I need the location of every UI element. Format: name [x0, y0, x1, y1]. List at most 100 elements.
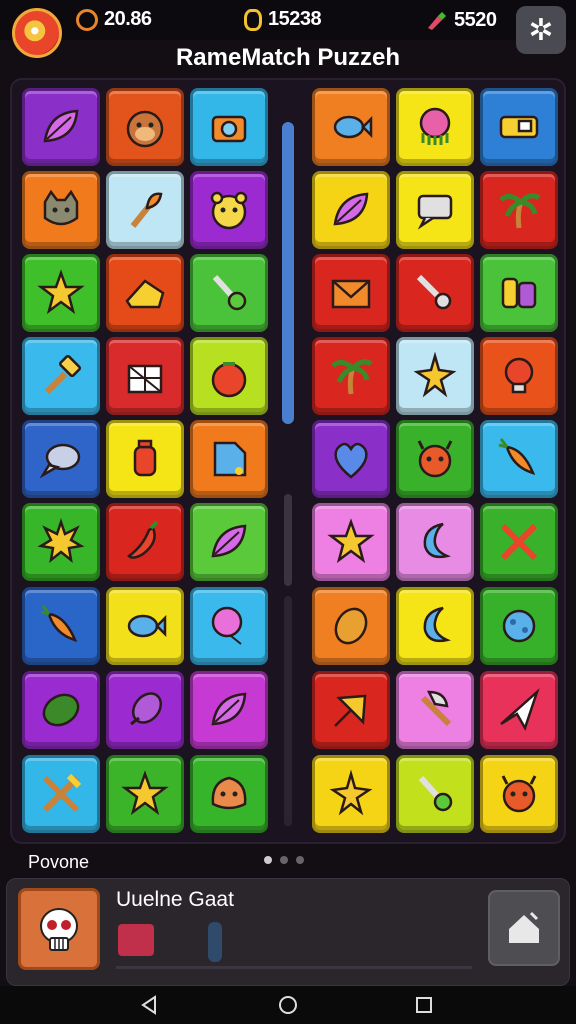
- virus-icon: [502, 609, 536, 643]
- tile-right-r5-c0[interactable]: [312, 503, 390, 581]
- burst-icon: [37, 518, 85, 564]
- tile-left-r6-c0[interactable]: [22, 587, 100, 665]
- tile-left-r6-c2[interactable]: [190, 587, 268, 665]
- monster-face-icon: [501, 775, 537, 813]
- chest-icon[interactable]: [118, 924, 154, 956]
- bulb-icon: [504, 357, 534, 394]
- carrot-icon: [40, 605, 78, 642]
- tile-left-r4-c0[interactable]: [22, 420, 100, 498]
- tile-left-r3-c0[interactable]: [22, 337, 100, 415]
- home-nav-button[interactable]: [268, 990, 308, 1020]
- tile-right-r4-c1[interactable]: [396, 420, 474, 498]
- tile-left-r6-c1[interactable]: [106, 587, 184, 665]
- tile-left-r8-c0[interactable]: [22, 755, 100, 833]
- tile-right-r8-c2[interactable]: [480, 755, 558, 833]
- monkey-face-icon: [126, 110, 164, 148]
- hammer-icon: [44, 354, 82, 395]
- tile-left-r2-c2[interactable]: [190, 254, 268, 332]
- tile-right-r0-c1[interactable]: [396, 88, 474, 166]
- timer-stat: 20.86: [76, 8, 152, 31]
- coins-value: 15238: [268, 8, 322, 30]
- home-button[interactable]: [488, 890, 560, 966]
- board-scrollbar-track: [284, 494, 292, 586]
- back-button[interactable]: [130, 990, 170, 1020]
- blob-face-icon: [211, 776, 247, 810]
- tile-left-r2-c1[interactable]: [106, 254, 184, 332]
- tile-left-r2-c0[interactable]: [22, 254, 100, 332]
- bear-face-icon: [210, 191, 248, 230]
- timer-value: 20.86: [104, 8, 152, 30]
- tile-right-r5-c1[interactable]: [396, 503, 474, 581]
- tile-right-r6-c1[interactable]: [396, 587, 474, 665]
- tile-right-r3-c0[interactable]: [312, 337, 390, 415]
- tile-right-r3-c2[interactable]: [480, 337, 558, 415]
- tile-left-r1-c2[interactable]: [190, 171, 268, 249]
- tile-right-r6-c2[interactable]: [480, 587, 558, 665]
- tile-right-r1-c0[interactable]: [312, 171, 390, 249]
- tile-left-r0-c2[interactable]: [190, 88, 268, 166]
- board-scrollbar-thumb[interactable]: [282, 122, 294, 424]
- tile-right-r4-c0[interactable]: [312, 420, 390, 498]
- tile-left-r5-c0[interactable]: [22, 503, 100, 581]
- watermelon-icon: [42, 693, 80, 727]
- tile-left-r7-c0[interactable]: [22, 671, 100, 749]
- spoon-icon: [212, 274, 247, 311]
- recents-icon: [416, 997, 432, 1013]
- crossed-swords-icon: [500, 523, 538, 561]
- tile-right-r1-c2[interactable]: [480, 171, 558, 249]
- tile-left-r7-c1[interactable]: [106, 671, 184, 749]
- rocket-icon: [130, 692, 163, 726]
- tile-right-r6-c0[interactable]: [312, 587, 390, 665]
- lantern-icon: [133, 439, 157, 477]
- tile-left-r8-c1[interactable]: [106, 755, 184, 833]
- tile-right-r5-c2[interactable]: [480, 503, 558, 581]
- coin-icon: [244, 8, 262, 31]
- truck-icon: [499, 115, 539, 139]
- tile-left-r7-c2[interactable]: [190, 671, 268, 749]
- tile-left-r4-c2[interactable]: [190, 420, 268, 498]
- tile-right-r3-c1[interactable]: [396, 337, 474, 415]
- heart-icon: [334, 442, 368, 479]
- board-scrollbar-track-lower: [284, 596, 292, 826]
- tile-left-r0-c0[interactable]: [22, 88, 100, 166]
- character-avatar[interactable]: [18, 888, 100, 970]
- tile-right-r7-c2[interactable]: [480, 671, 558, 749]
- page-dot[interactable]: [280, 856, 288, 864]
- tile-left-r1-c0[interactable]: [22, 171, 100, 249]
- tile-left-r5-c2[interactable]: [190, 503, 268, 581]
- coins-stat: 15238: [244, 8, 322, 31]
- tile-right-r2-c1[interactable]: [396, 254, 474, 332]
- tile-right-r7-c0[interactable]: [312, 671, 390, 749]
- tomato-icon: [211, 362, 247, 398]
- tile-right-r7-c1[interactable]: [396, 671, 474, 749]
- tile-left-r1-c1[interactable]: [106, 171, 184, 249]
- progress-track: [116, 966, 472, 969]
- tile-right-r8-c1[interactable]: [396, 755, 474, 833]
- tile-right-r1-c1[interactable]: [396, 171, 474, 249]
- tile-left-r4-c1[interactable]: [106, 420, 184, 498]
- tile-right-r2-c0[interactable]: [312, 254, 390, 332]
- tile-right-r2-c2[interactable]: [480, 254, 558, 332]
- tile-right-r8-c0[interactable]: [312, 755, 390, 833]
- page-dot[interactable]: [296, 856, 304, 864]
- skull-icon: [40, 908, 78, 951]
- tile-left-r3-c2[interactable]: [190, 337, 268, 415]
- page-dot[interactable]: [264, 856, 272, 864]
- tile-left-r8-c2[interactable]: [190, 755, 268, 833]
- cat-face-icon: [43, 189, 79, 226]
- game-title: RameMatch Puzzeh: [175, 44, 401, 71]
- recents-button[interactable]: [404, 990, 444, 1020]
- starfish-icon: [329, 769, 373, 816]
- tile-left-r3-c1[interactable]: [106, 337, 184, 415]
- gem-icon: [428, 12, 446, 30]
- home-circle-icon: [279, 996, 297, 1014]
- torch-icon: [130, 192, 163, 228]
- leaf-icon: [333, 192, 369, 226]
- tile-right-r0-c2[interactable]: [480, 88, 558, 166]
- tile-left-r5-c1[interactable]: [106, 503, 184, 581]
- tile-left-r0-c1[interactable]: [106, 88, 184, 166]
- fish-icon: [333, 115, 373, 139]
- tile-right-r4-c2[interactable]: [480, 420, 558, 498]
- crossed-tools-icon: [42, 773, 82, 813]
- tile-right-r0-c0[interactable]: [312, 88, 390, 166]
